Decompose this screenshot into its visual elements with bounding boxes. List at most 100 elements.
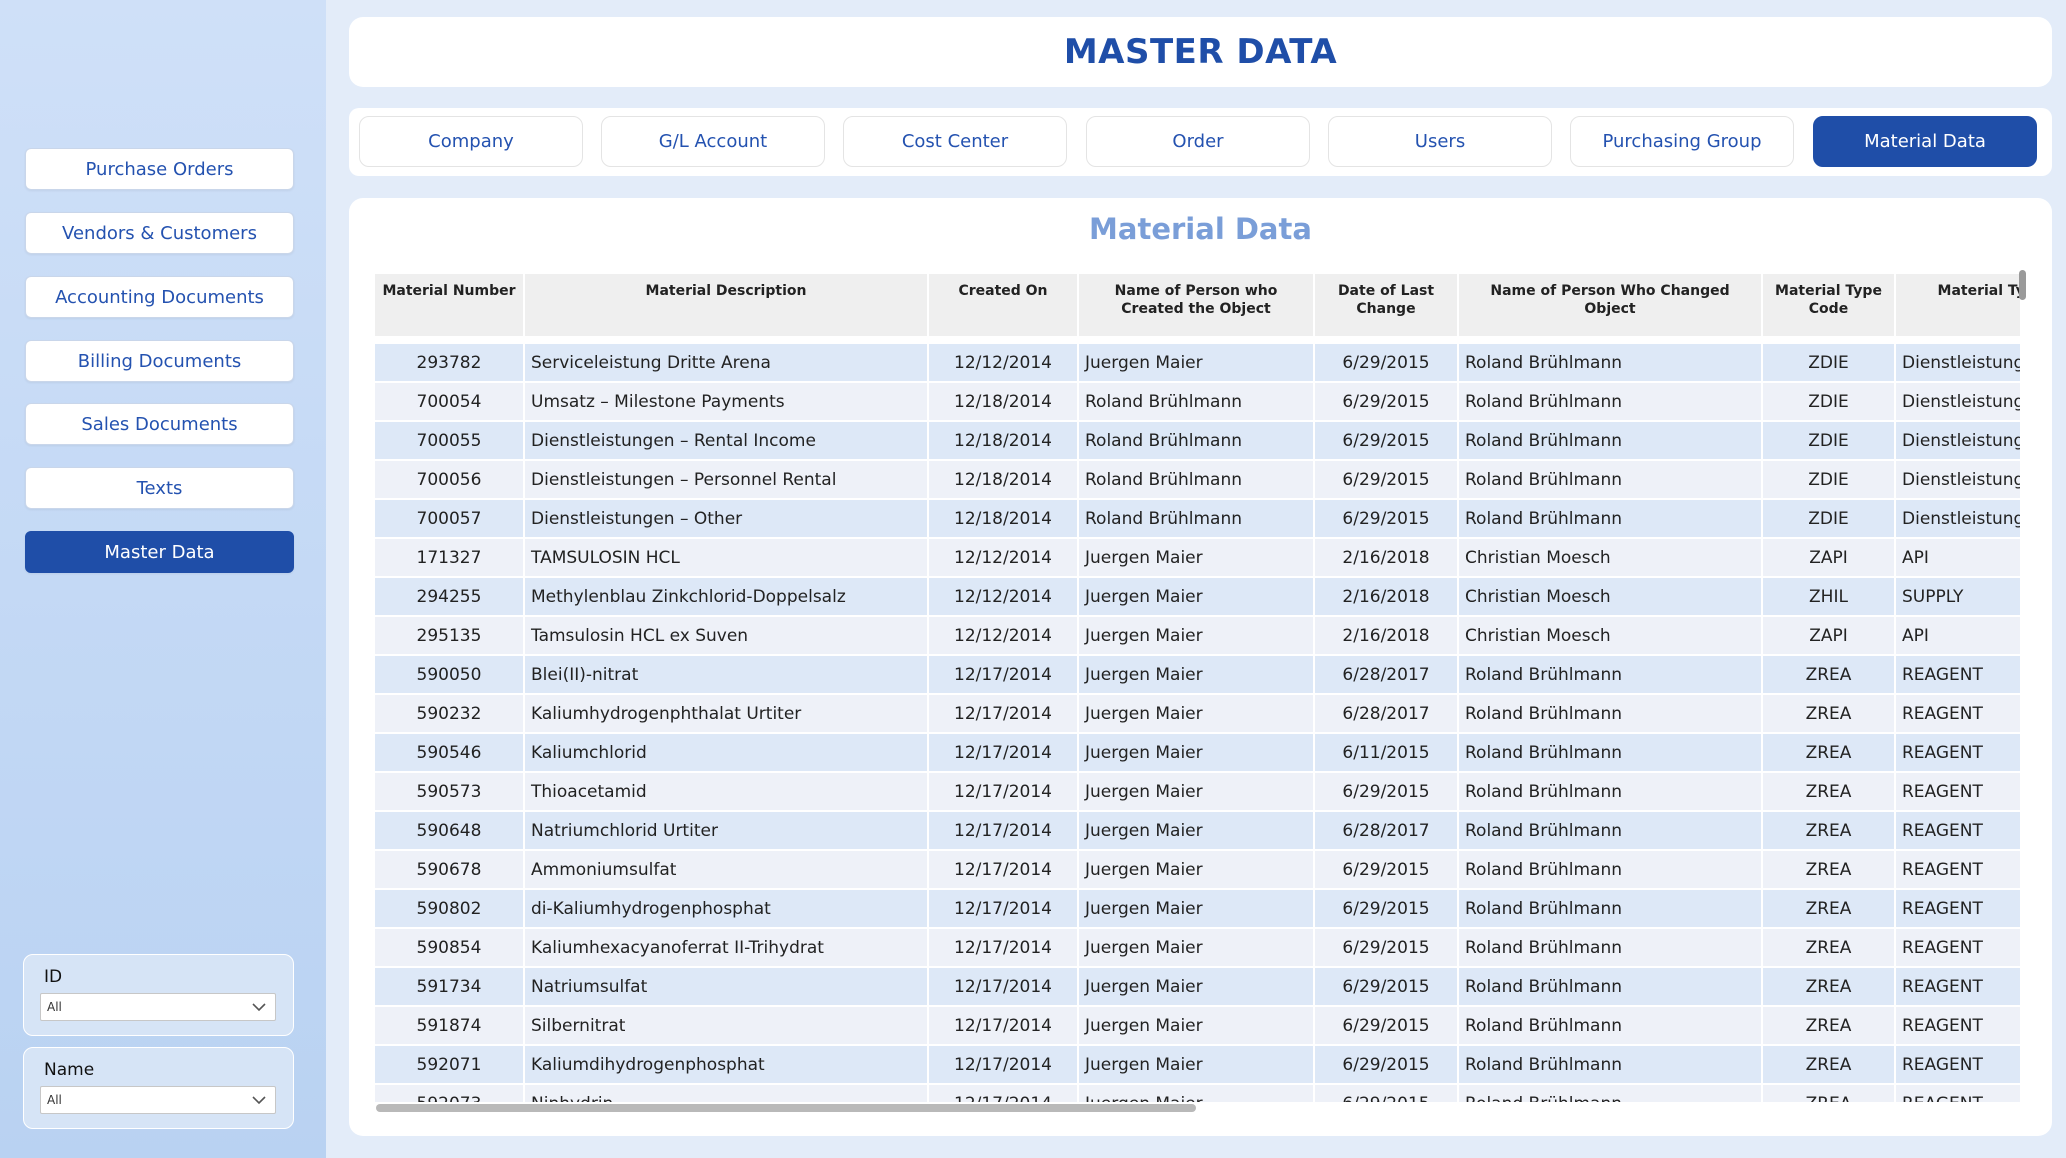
- table-cell: 6/11/2015: [1315, 734, 1457, 771]
- table-cell: REAGENT: [1896, 773, 2020, 810]
- table-cell: Serviceleistung Dritte Arena: [525, 344, 927, 381]
- table-cell: Juergen Maier: [1079, 1046, 1313, 1083]
- table-cell: REAGENT: [1896, 734, 2020, 771]
- column-header[interactable]: Material Type Code: [1763, 274, 1894, 336]
- table-cell: ZAPI: [1763, 617, 1894, 654]
- table-cell: 12/17/2014: [929, 929, 1077, 966]
- table-row[interactable]: 590546 Kaliumchlorid 12/17/2014 Juergen Mai…: [375, 734, 2020, 771]
- table-row[interactable]: 293782 Serviceleistung Dritte Arena 12/12/…: [375, 344, 2020, 381]
- table-viewport[interactable]: Material Number Material Description Creat…: [373, 272, 2020, 1102]
- table-row[interactable]: 590573 Thioacetamid 12/17/2014 Juergen Maie…: [375, 773, 2020, 810]
- table-cell: Thioacetamid: [525, 773, 927, 810]
- name-filter-dropdown[interactable]: All: [40, 1086, 276, 1114]
- table-cell: 6/28/2017: [1315, 656, 1457, 693]
- table-row[interactable]: 700055 Dienstleistungen – Rental Income 12…: [375, 422, 2020, 459]
- table-cell: 12/17/2014: [929, 890, 1077, 927]
- column-header[interactable]: Created On: [929, 274, 1077, 336]
- table-row[interactable]: 591874 Silbernitrat 12/17/2014 Juergen Maie…: [375, 1007, 2020, 1044]
- nav-purchase-orders[interactable]: Purchase Orders: [25, 148, 294, 190]
- column-header[interactable]: Name of Person Who Changed Object: [1459, 274, 1761, 336]
- table-cell: 6/29/2015: [1315, 929, 1457, 966]
- table-row[interactable]: 295135 Tamsulosin HCL ex Suven 12/12/2014 J…: [375, 617, 2020, 654]
- tab-cost-center[interactable]: Cost Center: [843, 116, 1067, 167]
- table-row[interactable]: 171327 TAMSULOSIN HCL 12/12/2014 Juergen Ma…: [375, 539, 2020, 576]
- table-row[interactable]: 590648 Natriumchlorid Urtiter 12/17/2014 Ju…: [375, 812, 2020, 849]
- tab-company[interactable]: Company: [359, 116, 583, 167]
- chevron-down-icon: [252, 1003, 266, 1012]
- table-row[interactable]: 590802 di-Kaliumhydrogenphosphat 12/17/201…: [375, 890, 2020, 927]
- table-cell: Natriumsulfat: [525, 968, 927, 1005]
- table-cell: ZHIL: [1763, 578, 1894, 615]
- table-cell: Roland Brühlmann: [1079, 461, 1313, 498]
- table-cell: Roland Brühlmann: [1459, 968, 1761, 1005]
- table-header-row: Material Number Material Description Creat…: [375, 274, 2020, 336]
- table-cell: 6/29/2015: [1315, 851, 1457, 888]
- chevron-down-icon: [252, 1096, 266, 1105]
- table-cell: Natriumchlorid Urtiter: [525, 812, 927, 849]
- table-row[interactable]: 592073Ninhydrin12/17/2014Juergen Maier6/…: [375, 1085, 2020, 1102]
- table-cell: REAGENT: [1896, 1046, 2020, 1083]
- table-row[interactable]: 700057 Dienstleistungen – Other 12/18/2014…: [375, 500, 2020, 537]
- table-cell: Christian Moesch: [1459, 578, 1761, 615]
- tab-users[interactable]: Users: [1328, 116, 1552, 167]
- table-cell: 12/12/2014: [929, 344, 1077, 381]
- table-cell: 2/16/2018: [1315, 578, 1457, 615]
- table-cell: REAGENT: [1896, 851, 2020, 888]
- column-header[interactable]: Material Number: [375, 274, 523, 336]
- nav-billing-documents[interactable]: Billing Documents: [25, 340, 294, 382]
- table-cell: Juergen Maier: [1079, 578, 1313, 615]
- table-row[interactable]: 700054 Umsatz – Milestone Payments 12/18/2…: [375, 383, 2020, 420]
- table-cell: ZDIE: [1763, 344, 1894, 381]
- column-header[interactable]: Material Type: [1896, 274, 2020, 336]
- table-row[interactable]: 294255 Methylenblau Zinkchlorid-Doppelsal…: [375, 578, 2020, 615]
- table-row[interactable]: 590050 Blei(II)-nitrat 12/17/2014 Juergen M…: [375, 656, 2020, 693]
- table-body: 293782 Serviceleistung Dritte Arena 12/12/…: [375, 338, 2020, 1102]
- table-cell: REAGENT: [1896, 1007, 2020, 1044]
- table-row[interactable]: 590232 Kaliumhydrogenphthalat Urtiter 12/1…: [375, 695, 2020, 732]
- column-header[interactable]: Material Description: [525, 274, 927, 336]
- tab-gl-account[interactable]: G/L Account: [601, 116, 825, 167]
- table-cell: 591874: [375, 1007, 523, 1044]
- table-cell: REAGENT: [1896, 656, 2020, 693]
- table-cell: 700057: [375, 500, 523, 537]
- table-cell: Roland Brühlmann: [1459, 461, 1761, 498]
- table-row[interactable]: 590678 Ammoniumsulfat 12/17/2014 Juergen Ma…: [375, 851, 2020, 888]
- table-cell: Roland Brühlmann: [1459, 422, 1761, 459]
- table-cell: ZREA: [1763, 1046, 1894, 1083]
- table-cell: 12/17/2014: [929, 1046, 1077, 1083]
- table-cell: Roland Brühlmann: [1459, 1085, 1761, 1102]
- id-filter-dropdown[interactable]: All: [40, 993, 276, 1021]
- tab-purchasing-group[interactable]: Purchasing Group: [1570, 116, 1794, 167]
- nav-accounting-documents[interactable]: Accounting Documents: [25, 276, 294, 318]
- table-cell: 6/29/2015: [1315, 461, 1457, 498]
- column-header[interactable]: Date of Last Change: [1315, 274, 1457, 336]
- table-row[interactable]: 592071 Kaliumdihydrogenphosphat 12/17/2014…: [375, 1046, 2020, 1083]
- table-cell: Juergen Maier: [1079, 1085, 1313, 1102]
- table-cell: ZDIE: [1763, 422, 1894, 459]
- horizontal-scrollbar[interactable]: [376, 1104, 1196, 1112]
- table-cell: 591734: [375, 968, 523, 1005]
- table-cell: REAGENT: [1896, 695, 2020, 732]
- nav-vendors-customers[interactable]: Vendors & Customers: [25, 212, 294, 254]
- nav-master-data[interactable]: Master Data: [25, 531, 294, 573]
- table-cell: 12/17/2014: [929, 1085, 1077, 1102]
- table-cell: 590546: [375, 734, 523, 771]
- nav-sales-documents[interactable]: Sales Documents: [25, 403, 294, 445]
- table-cell: ZREA: [1763, 929, 1894, 966]
- table-cell: 12/17/2014: [929, 734, 1077, 771]
- tab-order[interactable]: Order: [1086, 116, 1310, 167]
- table-cell: Blei(II)-nitrat: [525, 656, 927, 693]
- nav-texts[interactable]: Texts: [25, 467, 294, 509]
- vertical-scrollbar[interactable]: [2019, 270, 2026, 300]
- table-row[interactable]: 591734 Natriumsulfat 12/17/2014 Juergen Mai…: [375, 968, 2020, 1005]
- column-header[interactable]: Name of Person who Created the Object: [1079, 274, 1313, 336]
- table-cell: Dienstleistung: [1896, 422, 2020, 459]
- table-row[interactable]: 590854 Kaliumhexacyanoferrat II-Trihydrat…: [375, 929, 2020, 966]
- tab-material-data[interactable]: Material Data: [1813, 116, 2037, 167]
- table-cell: ZREA: [1763, 695, 1894, 732]
- table-row[interactable]: 700056 Dienstleistungen – Personnel Renta…: [375, 461, 2020, 498]
- table-cell: ZAPI: [1763, 539, 1894, 576]
- table-cell: ZREA: [1763, 1085, 1894, 1102]
- table-cell: Roland Brühlmann: [1459, 1007, 1761, 1044]
- table-cell: 12/17/2014: [929, 656, 1077, 693]
